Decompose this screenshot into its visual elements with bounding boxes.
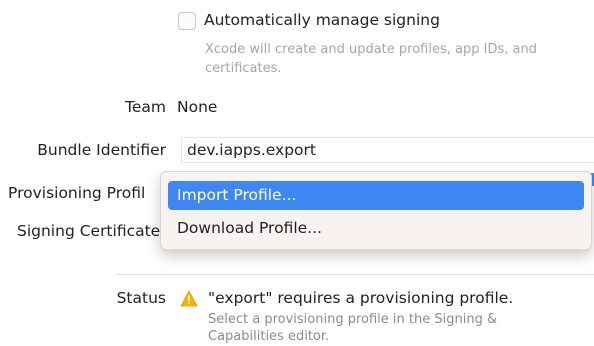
auto-manage-signing-description-line1: Xcode will create and update profiles, a… <box>205 42 537 57</box>
status-label: Status <box>116 289 166 307</box>
signing-certificate-label: Signing Certificate <box>17 222 161 240</box>
bundle-identifier-label: Bundle Identifier <box>37 141 166 159</box>
auto-manage-signing-label[interactable]: Automatically manage signing <box>204 11 440 29</box>
menu-item-import-profile[interactable]: Import Profile... <box>168 181 584 210</box>
auto-manage-signing-checkbox[interactable] <box>178 12 196 30</box>
team-value[interactable]: None <box>177 98 217 116</box>
auto-manage-signing-description-line2: certificates. <box>205 61 282 76</box>
status-detail-line2: Capabilities editor. <box>208 329 330 344</box>
bundle-identifier-value[interactable]: dev.iapps.export <box>187 141 316 159</box>
provisioning-profile-menu: Import Profile... Download Profile... <box>160 171 592 250</box>
status-message: "export" requires a provisioning profile… <box>208 289 514 307</box>
section-divider <box>116 274 594 275</box>
menu-item-download-profile[interactable]: Download Profile... <box>168 214 584 243</box>
team-label: Team <box>125 98 166 116</box>
warning-icon <box>180 290 198 307</box>
provisioning-profile-label: Provisioning Profil <box>8 184 146 202</box>
